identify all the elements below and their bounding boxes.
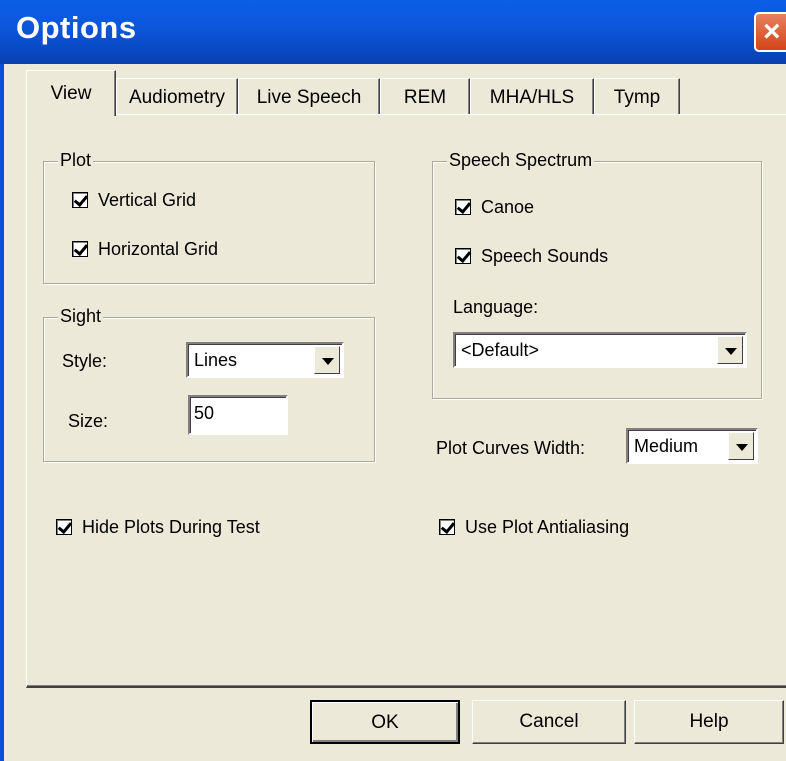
antialiasing-label: Use Plot Antialiasing	[465, 517, 630, 537]
style-select-value: Lines	[194, 350, 238, 370]
hide-plots-label: Hide Plots During Test	[82, 517, 260, 537]
cancel-button[interactable]: Cancel	[472, 700, 626, 744]
speech-sounds-label: Speech Sounds	[481, 246, 609, 266]
tab-label: Live Speech	[256, 87, 362, 108]
style-label: Style:	[62, 351, 108, 371]
tab-view[interactable]: View	[26, 70, 116, 116]
chevron-down-icon[interactable]	[314, 346, 340, 374]
plot-group: Plot	[43, 150, 375, 284]
tab-label: MHA/HLS	[489, 87, 575, 108]
checkbox-checked-icon[interactable]	[56, 519, 72, 535]
plot-group-title: Plot	[58, 150, 94, 171]
sight-group: Sight	[43, 306, 375, 462]
window-border	[0, 64, 4, 761]
tab-label: REM	[403, 87, 447, 108]
tab-label: Audiometry	[128, 87, 226, 108]
chevron-down-icon[interactable]	[717, 336, 743, 364]
size-label: Size:	[68, 411, 109, 431]
canoe-checkbox[interactable]: Canoe	[455, 197, 534, 218]
tab-label: Tymp	[613, 87, 661, 108]
chevron-down-icon[interactable]	[728, 432, 754, 460]
checkbox-checked-icon[interactable]	[439, 519, 455, 535]
sight-group-title: Sight	[58, 306, 104, 327]
checkbox-checked-icon[interactable]	[72, 241, 88, 257]
language-select[interactable]: <Default>	[453, 332, 747, 368]
canoe-label: Canoe	[481, 197, 535, 217]
tab-audiometry[interactable]: Audiometry	[116, 78, 238, 114]
style-select[interactable]: Lines	[186, 342, 344, 378]
title-bar[interactable]: Options ×	[0, 0, 786, 64]
tab-mha-hls[interactable]: MHA/HLS	[470, 78, 594, 114]
tab-live-speech[interactable]: Live Speech	[238, 78, 380, 114]
language-select-value: <Default>	[461, 340, 540, 360]
checkbox-checked-icon[interactable]	[455, 248, 471, 264]
tab-label: View	[50, 83, 92, 104]
horizontal-grid-checkbox[interactable]: Horizontal Grid	[72, 239, 218, 260]
tab-rem[interactable]: REM	[380, 78, 470, 114]
close-button[interactable]: ×	[754, 12, 786, 52]
plot-curves-width-select[interactable]: Medium	[626, 428, 758, 464]
hide-plots-checkbox[interactable]: Hide Plots During Test	[56, 517, 260, 538]
vertical-grid-checkbox[interactable]: Vertical Grid	[72, 190, 196, 211]
size-input-value: 50	[194, 403, 215, 423]
checkbox-checked-icon[interactable]	[72, 192, 88, 208]
speech-spectrum-title: Speech Spectrum	[447, 150, 595, 171]
size-input[interactable]: 50	[188, 395, 288, 435]
plot-curves-width-value: Medium	[634, 436, 699, 456]
antialiasing-checkbox[interactable]: Use Plot Antialiasing	[439, 517, 629, 538]
tab-tymp[interactable]: Tymp	[594, 78, 680, 114]
window-title: Options	[16, 10, 137, 45]
speech-sounds-checkbox[interactable]: Speech Sounds	[455, 246, 608, 267]
ok-button[interactable]: OK	[310, 700, 460, 744]
language-label: Language:	[453, 297, 539, 317]
plot-curves-width-label: Plot Curves Width:	[436, 438, 586, 458]
checkbox-checked-icon[interactable]	[455, 199, 471, 215]
help-button[interactable]: Help	[634, 700, 784, 744]
vertical-grid-label: Vertical Grid	[98, 190, 197, 210]
close-icon: ×	[763, 15, 781, 48]
horizontal-grid-label: Horizontal Grid	[98, 239, 219, 259]
